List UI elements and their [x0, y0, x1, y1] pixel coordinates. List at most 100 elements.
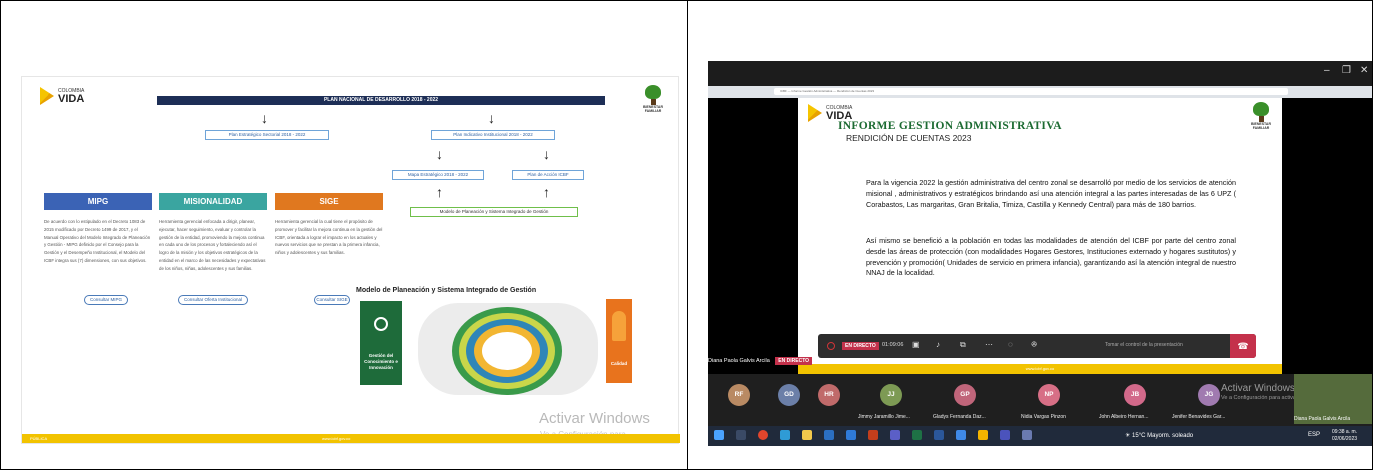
- arrow-down-icon: ↓: [436, 146, 443, 162]
- chrome-icon[interactable]: [758, 430, 768, 440]
- slide-subtitle: RENDICIÓN DE CUENTAS 2023: [846, 133, 972, 143]
- live-badge: EN DIRECTO: [842, 342, 879, 350]
- excel-icon[interactable]: [912, 430, 922, 440]
- app-icon[interactable]: [890, 430, 900, 440]
- participant-avatar[interactable]: HR: [818, 384, 840, 406]
- participant-avatar[interactable]: JJ: [880, 384, 902, 406]
- more-options-icon[interactable]: ⋯: [985, 340, 993, 349]
- calidad-panel[interactable]: Calidad: [606, 299, 632, 383]
- camera-off-icon[interactable]: ▣: [912, 340, 920, 349]
- browser-tab-bar: ICBF — Informe Gestión Administrativa — …: [708, 86, 1372, 98]
- mapa-estrategico-box[interactable]: Mapa Estratégico 2018 - 2022: [392, 170, 484, 180]
- presenter-video-tile[interactable]: Diana Paola Galvis Arcila: [1294, 374, 1372, 424]
- participant-name: Gladys Fernanda Daz...: [933, 414, 986, 420]
- weather-text: 15°C Mayorm. soleado: [1132, 433, 1194, 439]
- weather-widget[interactable]: ☀ 15°C Mayorm. soleado: [1125, 432, 1193, 439]
- tree-icon: [1253, 102, 1269, 116]
- arrow-up-icon: ↑: [436, 184, 443, 200]
- chat-icon[interactable]: ◌: [1008, 340, 1013, 349]
- participant-name: Jimmy Jaramillo Jime...: [858, 414, 910, 420]
- participant-avatar[interactable]: JG: [1198, 384, 1220, 406]
- maximize-icon[interactable]: ❐: [1342, 65, 1351, 76]
- slide-footer-url: www.icbf.gov.co: [798, 364, 1282, 374]
- browser-tab[interactable]: ICBF — Informe Gestión Administrativa — …: [774, 88, 1288, 95]
- participant-avatar[interactable]: GD: [778, 384, 800, 406]
- gestion-conocimiento-label: Gestión del Conocimiento e Innovación: [364, 353, 398, 370]
- footer-classification: PÚBLICA: [30, 436, 48, 441]
- paragraph-2: Así mismo se benefició a la población en…: [866, 236, 1236, 278]
- participant-name: Nidia Vargas Pinzon: [1021, 414, 1066, 420]
- outlook-icon[interactable]: [824, 430, 834, 440]
- video-tile-name: Diana Paola Galvis Arcila: [1294, 416, 1351, 422]
- participant-name: Jenifer Benavides Gar...: [1172, 414, 1226, 420]
- share-icon[interactable]: ⧉: [960, 340, 966, 350]
- hang-up-button[interactable]: ☎: [1230, 334, 1256, 358]
- app-icon[interactable]: [956, 430, 966, 440]
- participant-avatar[interactable]: NP: [1038, 384, 1060, 406]
- presentation-toolbar: EN DIRECTO 01:09:06 ▣ ♪ ⧉ ⋯ ◌ ꔮ Tomar el…: [818, 334, 1256, 358]
- plan-sectorial-box[interactable]: Plan Estratégico Sectorial 2018 - 2022: [205, 130, 329, 140]
- record-icon: [827, 342, 835, 350]
- paragraph-1: Para la vigencia 2022 la gestión adminis…: [866, 178, 1236, 209]
- clock-date: 02/06/2023: [1332, 436, 1358, 442]
- close-icon[interactable]: ✕: [1360, 65, 1368, 76]
- arrow-down-icon: ↓: [261, 110, 268, 126]
- sige-description: Herramienta gerencial la cual tiene el p…: [275, 219, 383, 256]
- participant-avatar[interactable]: RF: [728, 384, 750, 406]
- pnd-banner: PLAN NACIONAL DE DESARROLLO 2018 - 2022: [157, 96, 605, 105]
- mic-off-icon[interactable]: ♪: [936, 340, 940, 349]
- mail-icon[interactable]: [846, 430, 856, 440]
- plan-indicativo-box[interactable]: Plan Indicativo Institucional 2018 - 202…: [431, 130, 555, 140]
- participants-icon[interactable]: ꔮ: [1031, 340, 1037, 350]
- folder-icon[interactable]: [978, 430, 988, 440]
- activate-windows-watermark: Activar Windows: [1221, 383, 1295, 394]
- consultar-sige-button[interactable]: Consultar SIGE: [314, 295, 350, 305]
- colombia-vida-logo: COLOMBIA VIDA: [40, 87, 84, 105]
- logo-big-text: VIDA: [58, 92, 85, 105]
- misionalidad-header: MISIONALIDAD: [159, 193, 267, 210]
- system-clock[interactable]: 09:38 a. m. 02/06/2023: [1332, 429, 1357, 443]
- model-diagram-title: Modelo de Planeación y Sistema Integrado…: [356, 287, 537, 294]
- gestion-conocimiento-panel[interactable]: Gestión del Conocimiento e Innovación: [360, 301, 402, 385]
- presenter-label: Diana Paola Galvis Arcila EN DIRECTO: [708, 357, 813, 365]
- take-control-button[interactable]: Tomar el control de la presentación: [1105, 342, 1183, 348]
- windows-start-icon[interactable]: [714, 430, 724, 440]
- modelo-planeacion-box[interactable]: Modelo de Planeación y Sistema Integrado…: [410, 207, 578, 217]
- misionalidad-description: Herramienta gerencial enfocada a dirigir…: [159, 219, 266, 271]
- consultar-oferta-button[interactable]: Consultar Oferta Institucional: [178, 295, 248, 305]
- presenter-name: Diana Paola Galvis Arcila: [708, 358, 770, 364]
- plan-accion-box[interactable]: Plan de Acción ICBF: [512, 170, 584, 180]
- sige-header: SIGE: [275, 193, 383, 210]
- model-ring-center: [482, 332, 532, 370]
- planning-slide: COLOMBIA VIDA BIENESTAR FAMILIAR PLAN NA…: [21, 76, 680, 444]
- mipg-description: De acuerdo con lo estipulado en el Decre…: [44, 219, 151, 263]
- participant-avatar[interactable]: JB: [1124, 384, 1146, 406]
- consultar-mipg-button[interactable]: Consultar MIPG: [84, 295, 128, 305]
- tree-icon: [645, 85, 661, 99]
- participant-avatar[interactable]: GP: [954, 384, 976, 406]
- left-screenshot-panel: COLOMBIA VIDA BIENESTAR FAMILIAR PLAN NA…: [0, 0, 688, 470]
- icbf-label: BIENESTAR FAMILIAR: [643, 105, 663, 113]
- arrow-down-icon: ↓: [543, 146, 550, 162]
- teams-meeting-window: – ❐ ✕ ICBF — Informe Gestión Administrat…: [708, 61, 1372, 446]
- app-icon[interactable]: [1022, 430, 1032, 440]
- task-view-icon[interactable]: [736, 430, 746, 440]
- footer-url: www.icbf.gov.co: [322, 436, 351, 441]
- mipg-header: MIPG: [44, 193, 152, 210]
- vida-logo-icon: [808, 104, 822, 122]
- file-explorer-icon[interactable]: [802, 430, 812, 440]
- teams-icon[interactable]: [1000, 430, 1010, 440]
- edge-icon[interactable]: [780, 430, 790, 440]
- language-indicator[interactable]: ESP: [1308, 432, 1320, 438]
- slide-footer-bar: PÚBLICA www.icbf.gov.co: [22, 434, 680, 443]
- powerpoint-icon[interactable]: [868, 430, 878, 440]
- icbf-logo: BIENESTAR FAMILIAR: [642, 85, 664, 115]
- clock-time: 09:38 a. m.: [1332, 429, 1358, 435]
- elapsed-time: 01:09:06: [882, 342, 904, 348]
- calidad-label: Calidad: [610, 361, 628, 366]
- vida-logo-icon: [40, 87, 54, 105]
- minimize-icon[interactable]: –: [1324, 65, 1330, 76]
- word-icon[interactable]: [934, 430, 944, 440]
- windows-taskbar: ☀ 15°C Mayorm. soleado ESP 09:38 a. m. 0…: [708, 426, 1372, 446]
- arrow-up-icon: ↑: [543, 184, 550, 200]
